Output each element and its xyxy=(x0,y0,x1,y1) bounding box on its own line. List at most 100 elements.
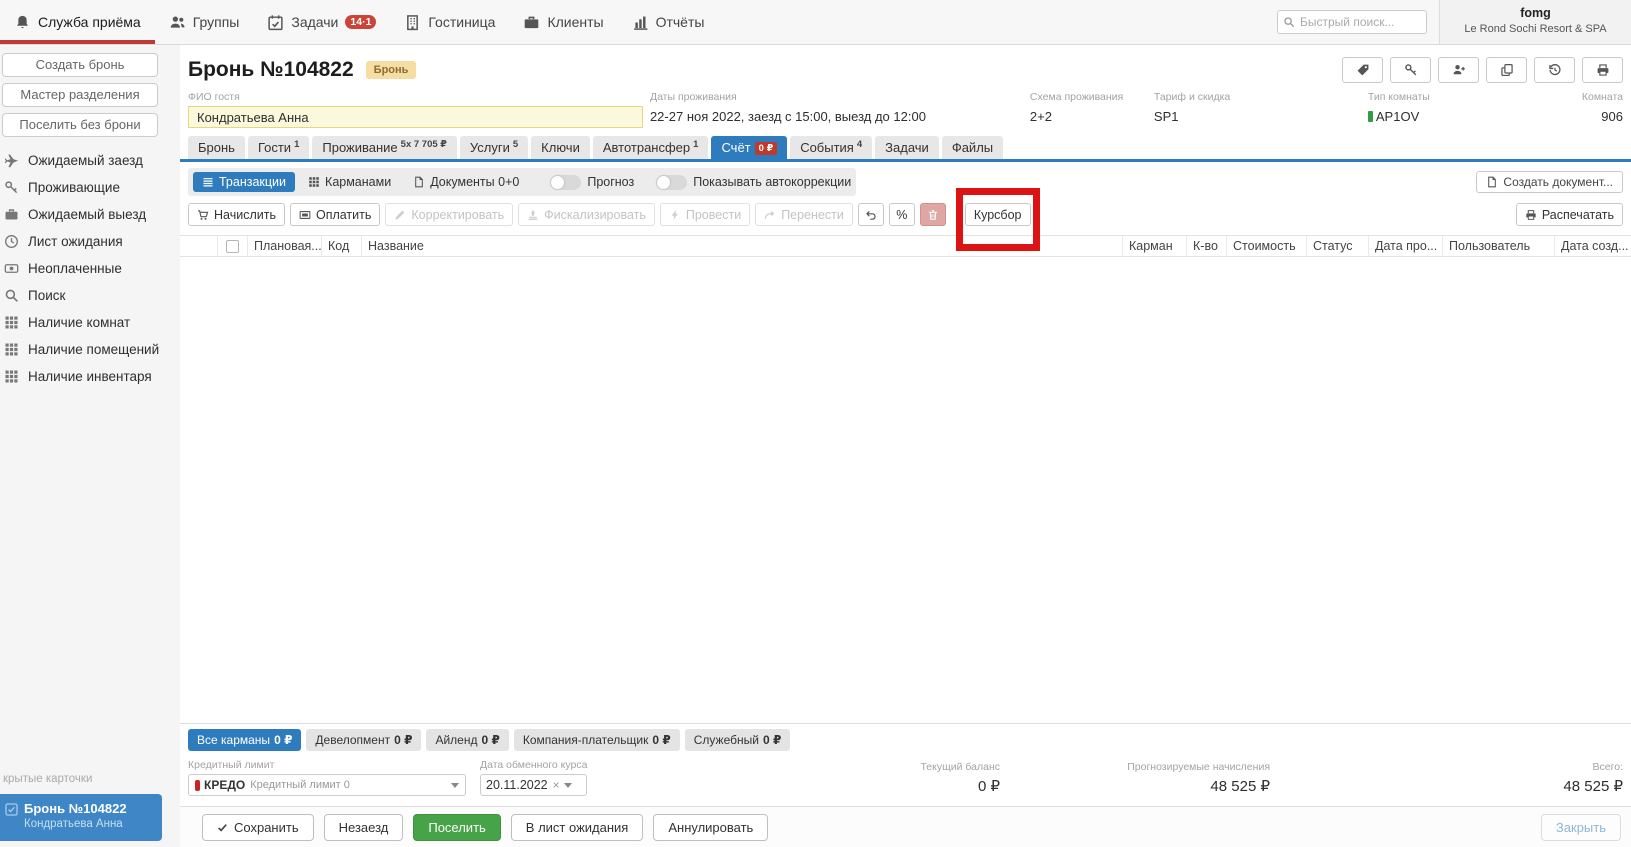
fiscalize-button[interactable]: Фискализировать xyxy=(518,203,655,226)
mode-documents[interactable]: Документы 0+0 xyxy=(404,172,528,192)
sidebar-item-unpaid[interactable]: Неоплаченные xyxy=(0,255,180,282)
sidebar-item-label: Ожидаемый заезд xyxy=(28,153,143,168)
column-planned[interactable]: Плановая... xyxy=(248,236,322,256)
nav-item-clients[interactable]: Клиенты xyxy=(509,0,617,44)
kursbor-annotation-highlight: Курсбор xyxy=(965,203,1031,226)
annul-button[interactable]: Аннулировать xyxy=(653,814,768,841)
sidebar-item-space-availability[interactable]: Наличие помещений xyxy=(0,336,180,363)
nav-item-reports[interactable]: Отчёты xyxy=(618,0,719,44)
history-button[interactable] xyxy=(1534,57,1575,83)
quick-search-input[interactable] xyxy=(1277,10,1427,34)
column-quantity[interactable]: К-во xyxy=(1187,236,1227,256)
correct-button[interactable]: Корректировать xyxy=(385,203,513,226)
sidebar-item-waitlist[interactable]: Лист ожидания xyxy=(0,228,180,255)
pocket-all[interactable]: Все карманы0 ₽ xyxy=(188,729,301,751)
kursbor-button[interactable]: Курсбор xyxy=(965,203,1031,226)
stay-dates-value: 22-27 ноя 2022, заезд с 15:00, выезд до … xyxy=(650,106,1030,127)
user-box[interactable]: fomg Le Rond Sochi Resort & SPA xyxy=(1439,0,1631,44)
create-document-button[interactable]: Создать документ... xyxy=(1476,171,1623,193)
nav-label: Клиенты xyxy=(547,14,603,30)
nav-label: Задачи xyxy=(291,14,338,30)
no-show-button[interactable]: Незаезд xyxy=(324,814,404,841)
post-button[interactable]: Провести xyxy=(660,203,750,226)
print-button[interactable] xyxy=(1582,57,1623,83)
tags-button[interactable] xyxy=(1342,57,1383,83)
grid-icon xyxy=(4,369,19,384)
close-button[interactable]: Закрыть xyxy=(1541,814,1621,841)
credit-limit-field: Кредитный лимит КРЕДО Кредитный лимит 0 xyxy=(188,759,466,800)
discount-percent-button[interactable]: % xyxy=(889,203,915,226)
guest-name-input[interactable] xyxy=(188,106,643,128)
bottom-action-bar: Сохранить Незаезд Поселить В лист ожидан… xyxy=(180,806,1631,847)
column-code[interactable]: Код xyxy=(322,236,362,256)
transfer-button[interactable]: Перенести xyxy=(755,203,853,226)
autocorrections-toggle[interactable] xyxy=(656,175,687,190)
column-created-date[interactable]: Дата созд... xyxy=(1555,236,1631,256)
document-icon xyxy=(1486,176,1498,188)
charge-button[interactable]: Начислить xyxy=(188,203,285,226)
nav-item-tasks[interactable]: Задачи 14·1 xyxy=(253,0,390,44)
tab-keys[interactable]: Ключи xyxy=(531,136,590,159)
add-guest-button[interactable] xyxy=(1438,57,1479,83)
checkin-without-booking-button[interactable]: Поселить без брони xyxy=(2,113,158,137)
stamp-icon xyxy=(527,209,539,221)
grid-icon xyxy=(308,176,320,188)
delete-button[interactable] xyxy=(920,203,946,226)
tab-accommodation[interactable]: Проживание5x 7 705 ₽ xyxy=(312,136,457,159)
tab-tasks[interactable]: Задачи xyxy=(875,136,939,159)
column-cost[interactable]: Стоимость xyxy=(1227,236,1307,256)
copy-button[interactable] xyxy=(1486,57,1527,83)
room-type-field: Тип комнаты AP1OV xyxy=(1368,91,1582,128)
sidebar-item-room-availability[interactable]: Наличие комнат xyxy=(0,309,180,336)
select-all-checkbox[interactable] xyxy=(226,240,239,253)
column-status[interactable]: Статус xyxy=(1307,236,1369,256)
pocket-island[interactable]: Айленд0 ₽ xyxy=(426,729,508,751)
sidebar-item-search[interactable]: Поиск xyxy=(0,282,180,309)
forecast-toggle[interactable] xyxy=(550,175,581,190)
tab-transfer[interactable]: Автотрансфер1 xyxy=(593,136,709,159)
credit-limit-select[interactable]: КРЕДО Кредитный лимит 0 xyxy=(188,774,466,796)
sidebar-item-inventory-availability[interactable]: Наличие инвентаря xyxy=(0,363,180,390)
split-master-button[interactable]: Мастер разделения xyxy=(2,83,158,107)
nav-label: Служба приёма xyxy=(38,14,141,30)
check-in-button[interactable]: Поселить xyxy=(413,814,500,841)
to-waitlist-button[interactable]: В лист ожидания xyxy=(511,814,644,841)
undo-button[interactable] xyxy=(858,203,884,226)
save-button[interactable]: Сохранить xyxy=(202,814,314,841)
pocket-development[interactable]: Девелопмент0 ₽ xyxy=(306,729,421,751)
column-operation-date[interactable]: Дата про... xyxy=(1369,236,1443,256)
sidebar-item-in-house[interactable]: Проживающие xyxy=(0,174,180,201)
sidebar-item-expected-arrival[interactable]: Ожидаемый заезд xyxy=(0,147,180,174)
mode-transactions[interactable]: Транзакции xyxy=(193,172,295,192)
nav-item-hotel[interactable]: Гостиница xyxy=(390,0,509,44)
pocket-service[interactable]: Служебный0 ₽ xyxy=(685,729,791,751)
column-pocket[interactable]: Карман xyxy=(1123,236,1187,256)
tab-files[interactable]: Файлы xyxy=(942,136,1003,159)
document-icon xyxy=(413,176,425,188)
print-list-button[interactable]: Распечатать xyxy=(1516,203,1623,226)
nav-item-groups[interactable]: Группы xyxy=(155,0,254,44)
forecast-charges-stat: Прогнозируемые начисления 48 525 ₽ xyxy=(1127,761,1270,795)
sidebar-item-expected-departure[interactable]: Ожидаемый выезд xyxy=(0,201,180,228)
tab-services[interactable]: Услуги5 xyxy=(460,136,528,159)
credit-name: Кредитный лимит 0 xyxy=(250,779,447,791)
plane-icon xyxy=(4,153,19,168)
column-name[interactable]: Название xyxy=(362,236,1123,256)
clear-date-icon[interactable]: × xyxy=(553,778,560,792)
pay-button[interactable]: Оплатить xyxy=(290,203,380,226)
field-label: Тип комнаты xyxy=(1368,91,1582,103)
tab-booking[interactable]: Бронь xyxy=(188,136,245,159)
exchange-date-select[interactable]: 20.11.2022 × xyxy=(480,774,587,796)
create-booking-button[interactable]: Создать бронь xyxy=(2,53,158,77)
open-card-booking[interactable]: Бронь №104822 Кондратьева Анна xyxy=(0,794,162,841)
keys-button[interactable] xyxy=(1390,57,1431,83)
pocket-payer-company[interactable]: Компания-плательщик0 ₽ xyxy=(514,729,680,751)
search-icon xyxy=(4,288,19,303)
stay-scheme-field: Схема проживания 2+2 xyxy=(1030,91,1154,128)
column-user[interactable]: Пользователь xyxy=(1443,236,1555,256)
mode-pockets[interactable]: Карманами xyxy=(299,172,400,192)
tab-guests[interactable]: Гости1 xyxy=(248,136,309,159)
tab-account[interactable]: Счёт0 ₽ xyxy=(711,136,787,159)
tab-events[interactable]: События4 xyxy=(790,136,872,159)
nav-item-front-desk[interactable]: Служба приёма xyxy=(0,0,155,44)
